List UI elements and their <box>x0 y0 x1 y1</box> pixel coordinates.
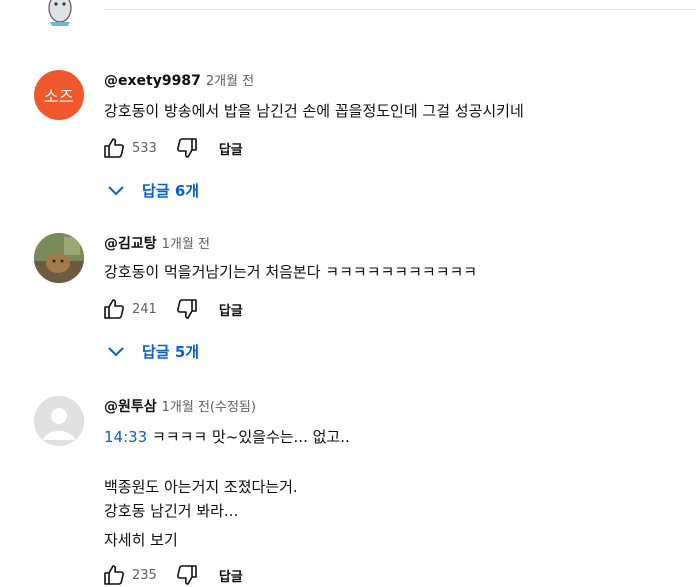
avatar-initials: 소즈 <box>43 87 75 106</box>
comment-time[interactable]: 1개월 전(수정됨) <box>162 396 256 415</box>
thumb-up-icon <box>104 565 124 585</box>
default-avatar-icon <box>34 396 84 446</box>
comment-header: @원투삼 1개월 전(수정됨) <box>104 396 256 416</box>
comment-actions: 533 답글 <box>100 136 243 160</box>
video-timestamp-link[interactable]: 14:33 <box>104 428 147 446</box>
thumb-down-icon <box>176 299 197 319</box>
read-more-button[interactable]: 자세히 보기 <box>104 529 178 550</box>
comment-text-line-3: 강호동 남긴거 봐라... <box>104 502 239 520</box>
dislike-button[interactable] <box>173 136 201 160</box>
comment-text-line-1: 14:33 ㅋㅋㅋㅋ 맛~있을수는... 없고.. <box>104 426 350 447</box>
reply-button[interactable]: 답글 <box>219 300 243 319</box>
previous-comment-avatar[interactable] <box>40 0 80 26</box>
comment-text-line-1-body: ㅋㅋㅋㅋ 맛~있을수는... 없고.. <box>147 428 350 446</box>
like-count: 241 <box>132 301 157 317</box>
thumb-down-icon <box>176 138 197 158</box>
comment-actions: 235 답글 <box>100 563 243 587</box>
comment-text-line-2: 백종원도 아는거지 조졌다는거. <box>104 478 298 496</box>
replies-count-label: 답글 6개 <box>142 181 200 200</box>
view-replies-button[interactable]: 답글 6개 <box>104 178 199 202</box>
author-name[interactable]: @exety9987 <box>104 73 201 89</box>
avatar[interactable] <box>34 396 84 446</box>
comment-time[interactable]: 1개월 전 <box>162 233 210 252</box>
avatar-photo <box>34 233 84 283</box>
thumb-up-icon <box>104 299 124 319</box>
like-button[interactable] <box>100 563 128 587</box>
comment-text: 강호동이 먹을거남기는거 처음본다 ㅋㅋㅋㅋㅋㅋㅋㅋㅋㅋㅋ <box>104 263 478 281</box>
replies-count-label: 답글 5개 <box>142 342 200 361</box>
like-count: 533 <box>132 140 157 156</box>
author-name[interactable]: @김교탕 <box>104 233 157 253</box>
dislike-button[interactable] <box>173 563 201 587</box>
thumb-down-icon <box>176 565 197 585</box>
like-button[interactable] <box>100 297 128 321</box>
comment-actions: 241 답글 <box>100 297 243 321</box>
comment-header: @김교탕 1개월 전 <box>104 233 210 253</box>
thumb-up-icon <box>104 138 124 158</box>
dislike-button[interactable] <box>173 297 201 321</box>
author-name[interactable]: @원투삼 <box>104 396 157 416</box>
chevron-down-icon <box>108 347 124 357</box>
comment-header: @exety9987 2개월 전 <box>104 70 254 89</box>
like-button[interactable] <box>100 136 128 160</box>
comment-time[interactable]: 2개월 전 <box>206 70 254 89</box>
avatar[interactable] <box>34 233 84 283</box>
like-count: 235 <box>132 567 157 583</box>
view-replies-button[interactable]: 답글 5개 <box>104 339 199 363</box>
reply-button[interactable]: 답글 <box>219 566 243 585</box>
top-divider <box>104 9 696 10</box>
avatar[interactable]: 소즈 <box>34 70 84 120</box>
reply-button[interactable]: 답글 <box>219 139 243 158</box>
chevron-down-icon <box>108 186 124 196</box>
comment-text: 강호동이 방송에서 밥을 남긴건 손에 꼽을정도인데 그걸 성공시키네 <box>104 102 524 120</box>
